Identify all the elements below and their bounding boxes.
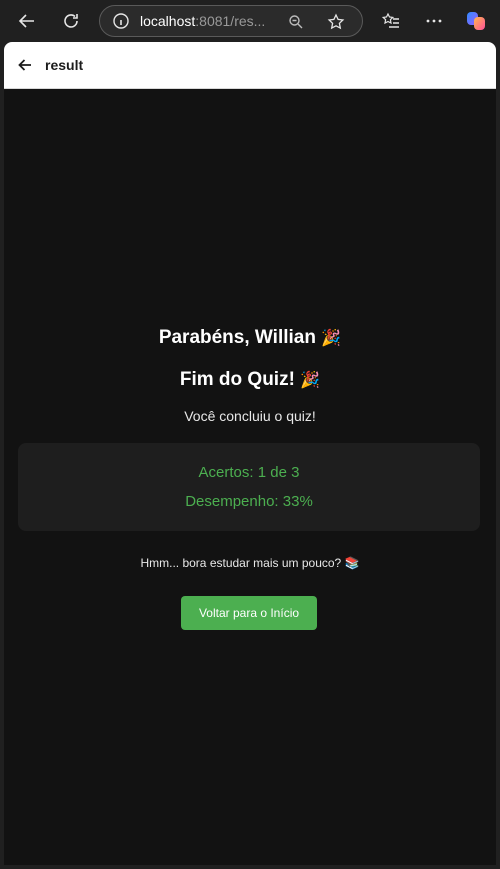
app-window: result Parabéns, Willian 🎉 Fim do Quiz! …	[4, 42, 496, 865]
congrats-text: Parabéns, Willian	[158, 327, 316, 348]
page-title: result	[45, 57, 84, 73]
url-host: localhost	[140, 13, 196, 29]
back-arrow-icon	[18, 14, 34, 28]
party-popper-icon: 🎉	[321, 330, 342, 347]
browser-toolbar: localhost:8081/res...	[0, 0, 500, 42]
url-path: :8081/res...	[195, 13, 266, 29]
subtitle: Você concluiu o quiz!	[184, 408, 316, 424]
score-card: Acertos: 1 de 3 Desempenho: 33%	[18, 443, 480, 531]
more-button[interactable]	[420, 7, 448, 35]
header-back-button[interactable]	[14, 54, 36, 76]
quiz-end-text: Fim do Quiz!	[179, 369, 295, 390]
performance-percent: Desempenho: 33%	[185, 493, 313, 510]
correct-answers: Acertos: 1 de 3	[198, 464, 300, 481]
info-icon[interactable]	[112, 12, 130, 30]
more-icon	[426, 19, 442, 23]
favorite-star-icon[interactable]	[327, 13, 345, 31]
books-icon: 📚	[344, 556, 360, 570]
app-header: result	[4, 42, 496, 89]
message-text: Hmm... bora estudar mais um pouco?	[140, 556, 342, 570]
encouragement-message: Hmm... bora estudar mais um pouco? 📚	[4, 556, 496, 570]
address-bar[interactable]: localhost:8081/res...	[99, 5, 363, 37]
collections-icon	[381, 12, 399, 28]
zoom-icon[interactable]	[287, 13, 305, 31]
copilot-button[interactable]	[462, 7, 490, 35]
url-text[interactable]: localhost:8081/res...	[140, 13, 270, 29]
refresh-icon	[64, 14, 78, 28]
party-popper-icon: 🎉	[300, 372, 321, 389]
browser-back-button[interactable]	[13, 7, 41, 35]
copilot-icon	[467, 12, 485, 30]
result-content: Parabéns, Willian 🎉 Fim do Quiz! 🎉 Você …	[4, 89, 496, 865]
browser-refresh-button[interactable]	[57, 7, 85, 35]
back-arrow-icon	[18, 59, 31, 71]
back-to-home-button[interactable]: Voltar para o Início	[181, 596, 317, 630]
quiz-end-heading: Fim do Quiz! 🎉	[4, 369, 496, 391]
congrats-heading: Parabéns, Willian 🎉	[4, 327, 496, 349]
collections-button[interactable]	[377, 7, 405, 35]
